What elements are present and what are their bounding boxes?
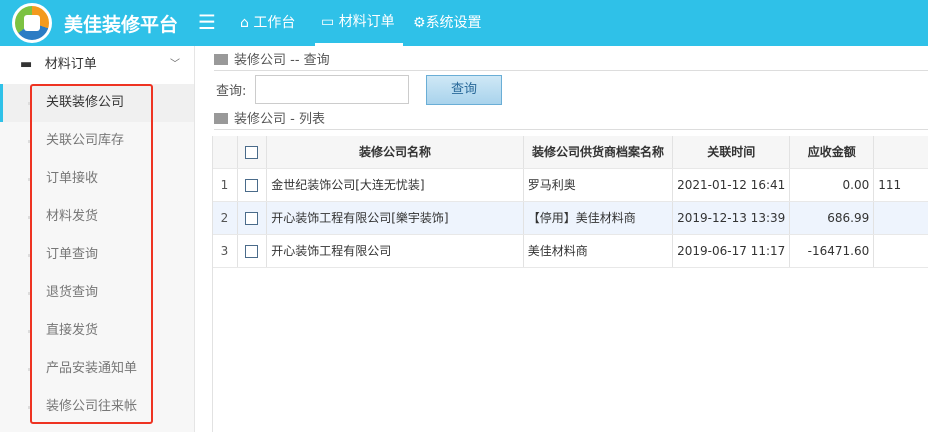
nav-workbench[interactable]: ⌂ 工作台 — [240, 0, 295, 46]
cell-name: 开心装饰工程有限公司[樂宇装饰] — [266, 201, 524, 235]
row-number: 1 — [212, 168, 238, 202]
sidebar-item[interactable]: 订单接收 — [0, 160, 194, 198]
cell-time: 2019-12-13 13:39 — [672, 201, 791, 235]
table-row[interactable]: 2 开心装饰工程有限公司[樂宇装饰] 【停用】美佳材料商 2019-12-13 … — [212, 201, 928, 235]
nav-material-orders[interactable]: ▭ 材料订单 — [315, 0, 403, 46]
query-section-title: 装修公司 -- 查询 — [214, 49, 928, 71]
cell-time: 2019-06-17 11:17 — [672, 234, 791, 268]
sidebar-item[interactable]: 直接发货 — [0, 312, 194, 350]
cell-name: 金世纪装饰公司[大连无忧装] — [266, 168, 524, 202]
query-input[interactable] — [255, 75, 409, 104]
row-checkbox[interactable] — [237, 234, 268, 268]
title-text: 装修公司 - 列表 — [234, 112, 325, 127]
sidebar-item[interactable]: 装修公司往来帐 — [0, 388, 194, 426]
cell-extra: 111 — [873, 168, 928, 202]
monitor-icon — [214, 113, 228, 124]
col-amount[interactable]: 应收金额 — [789, 136, 875, 169]
cell-supplier: 罗马利奥 — [523, 168, 674, 202]
cell-extra — [873, 234, 928, 268]
monitor-icon: ▬ — [20, 57, 33, 72]
cell-name: 开心装饰工程有限公司 — [266, 234, 524, 268]
chevron-down-icon: ﹀ — [170, 59, 180, 70]
sidebar-group-material-orders[interactable]: ▬ 材料订单 ﹀ — [0, 46, 194, 84]
table-row[interactable]: 1 金世纪装饰公司[大连无忧装] 罗马利奥 2021-01-12 16:41 0… — [212, 168, 928, 202]
gear-icon: ⚙ — [413, 15, 426, 31]
sidebar-item[interactable]: 产品安装通知单 — [0, 350, 194, 388]
col-rownum — [212, 136, 238, 169]
sidebar-item[interactable]: 关联装修公司 — [0, 84, 194, 122]
cell-supplier: 美佳材料商 — [523, 234, 674, 268]
sidebar-item[interactable]: 材料发货 — [0, 198, 194, 236]
top-bar: 美佳装修平台 ☰ ⌂ 工作台 ▭ 材料订单 ⚙系统设置 — [0, 0, 928, 46]
row-number: 2 — [212, 201, 238, 235]
nav-label: 系统设置 — [425, 15, 482, 31]
col-extra — [873, 136, 928, 169]
monitor-icon — [214, 54, 228, 65]
row-number: 3 — [212, 234, 238, 268]
sidebar: ▬ 材料订单 ﹀ 关联装修公司 关联公司库存 订单接收 材料发货 订单查询 退货查… — [0, 46, 195, 432]
row-checkbox[interactable] — [237, 168, 268, 202]
table-header: 装修公司名称 装修公司供货商档案名称 关联时间 应收金额 — [212, 136, 928, 169]
company-table: 装修公司名称 装修公司供货商档案名称 关联时间 应收金额 1 金世纪装饰公司[大… — [212, 136, 928, 268]
cell-time: 2021-01-12 16:41 — [672, 168, 791, 202]
sidebar-item[interactable]: 关联公司库存 — [0, 122, 194, 160]
select-all-checkbox[interactable] — [237, 136, 268, 169]
query-button[interactable]: 查询 — [426, 75, 502, 105]
sidebar-item[interactable]: 退货查询 — [0, 274, 194, 312]
table-row[interactable]: 3 开心装饰工程有限公司 美佳材料商 2019-06-17 11:17 -164… — [212, 234, 928, 268]
cell-supplier: 【停用】美佳材料商 — [523, 201, 674, 235]
nav-label: 材料订单 — [338, 14, 395, 30]
menu-toggle-icon[interactable]: ☰ — [198, 10, 216, 34]
monitor-icon: ▭ — [321, 14, 335, 30]
title-text: 装修公司 -- 查询 — [234, 53, 330, 68]
cell-amount: 686.99 — [789, 201, 875, 235]
nav-label: 工作台 — [253, 15, 296, 31]
list-section-title: 装修公司 - 列表 — [214, 108, 928, 130]
query-label: 查询: — [216, 84, 247, 99]
cell-amount: -16471.60 — [789, 234, 875, 268]
brand-title: 美佳装修平台 — [64, 14, 179, 36]
table-left-border — [212, 136, 213, 432]
col-time[interactable]: 关联时间 — [672, 136, 791, 169]
group-label: 材料订单 — [44, 57, 97, 72]
sidebar-item[interactable]: 订单查询 — [0, 236, 194, 274]
row-checkbox[interactable] — [237, 201, 268, 235]
col-name[interactable]: 装修公司名称 — [266, 136, 524, 169]
nav-settings[interactable]: ⚙系统设置 — [413, 0, 482, 46]
col-supplier[interactable]: 装修公司供货商档案名称 — [523, 136, 674, 169]
logo-icon — [12, 3, 52, 43]
home-icon: ⌂ — [240, 15, 249, 31]
cell-amount: 0.00 — [789, 168, 875, 202]
cell-extra — [873, 201, 928, 235]
